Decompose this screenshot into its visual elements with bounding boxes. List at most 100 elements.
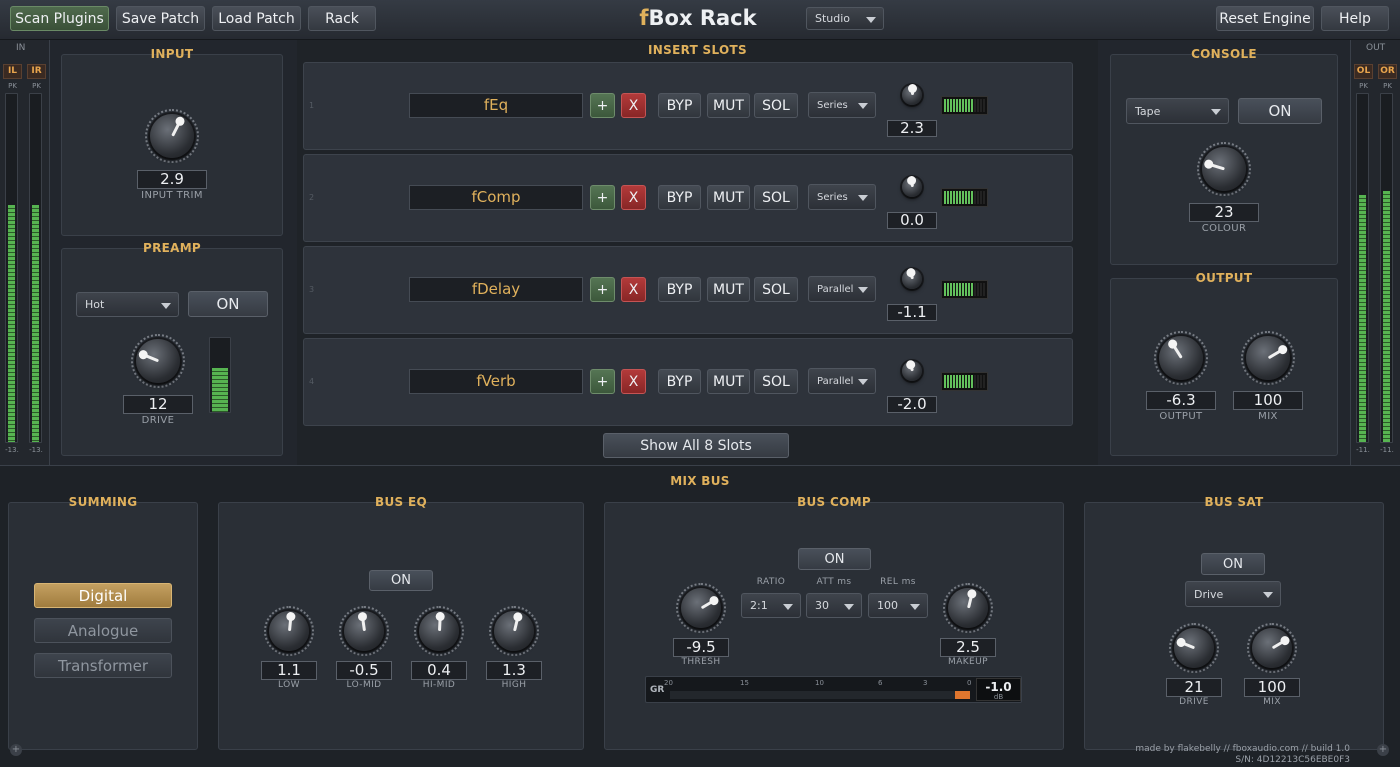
help-button[interactable]: Help xyxy=(1321,6,1389,31)
sat-drive-knob[interactable] xyxy=(1174,628,1214,668)
footer-credit: made by flakebelly // fboxaudio.com // b… xyxy=(1135,744,1350,754)
mute-button[interactable]: MUT xyxy=(707,369,750,394)
slot-level-value[interactable]: -1.1 xyxy=(887,304,937,321)
meter-segment xyxy=(971,99,973,112)
eq-low-value[interactable]: 1.1 xyxy=(261,661,317,680)
release-dropdown[interactable]: 100 xyxy=(868,593,928,618)
meter-segment xyxy=(944,375,946,388)
output-mix-value[interactable]: 100 xyxy=(1233,391,1303,410)
meter-segment xyxy=(983,99,985,112)
threshold-value[interactable]: -9.5 xyxy=(673,638,729,657)
preamp-mode-dropdown[interactable]: Hot xyxy=(76,292,179,317)
rack-button[interactable]: Rack xyxy=(308,6,376,31)
meter-segment xyxy=(977,191,979,204)
slot-level-knob[interactable] xyxy=(902,85,922,105)
bypass-button[interactable]: BYP xyxy=(658,93,701,118)
eq-high-label: HIGH xyxy=(501,680,527,690)
remove-plugin-button[interactable]: X xyxy=(621,369,646,394)
slot-level-value[interactable]: 2.3 xyxy=(887,120,937,137)
routing-dropdown[interactable]: Series xyxy=(808,184,876,210)
peak-label: PK xyxy=(1359,82,1368,90)
slot-level-knob[interactable] xyxy=(902,177,922,197)
slot-level-knob[interactable] xyxy=(902,269,922,289)
eq-low-knob[interactable] xyxy=(269,611,309,651)
knob-pointer xyxy=(910,87,914,95)
bus-eq-on-button[interactable]: ON xyxy=(369,570,433,591)
bypass-button[interactable]: BYP xyxy=(658,185,701,210)
output-knob[interactable] xyxy=(1159,336,1203,380)
eq-himid-knob[interactable] xyxy=(419,611,459,651)
remove-plugin-button[interactable]: X xyxy=(621,93,646,118)
meter-segment xyxy=(953,191,955,204)
knob-pointer xyxy=(437,614,442,632)
solo-button[interactable]: SOL xyxy=(754,277,798,302)
mute-button[interactable]: MUT xyxy=(707,93,750,118)
plugin-name[interactable]: fComp xyxy=(409,185,583,210)
eq-high-value[interactable]: 1.3 xyxy=(486,661,542,680)
add-plugin-button[interactable]: + xyxy=(590,369,615,394)
slot-level-knob[interactable] xyxy=(902,361,922,381)
save-patch-button[interactable]: Save Patch xyxy=(116,6,205,31)
plugin-name[interactable]: fEq xyxy=(409,93,583,118)
makeup-value[interactable]: 2.5 xyxy=(940,638,996,657)
bus-comp-on-button[interactable]: ON xyxy=(798,548,871,570)
preset-dropdown[interactable]: Studio xyxy=(806,7,884,30)
meter-segment xyxy=(974,99,976,112)
console-on-button[interactable]: ON xyxy=(1238,98,1322,124)
eq-himid-value[interactable]: 0.4 xyxy=(411,661,467,680)
drive-knob[interactable] xyxy=(136,339,180,383)
summing-transformer-button[interactable]: Transformer xyxy=(34,653,172,678)
makeup-knob[interactable] xyxy=(948,588,988,628)
load-patch-button[interactable]: Load Patch xyxy=(212,6,301,31)
preamp-mode-value: Hot xyxy=(85,298,105,311)
attack-dropdown[interactable]: 30 xyxy=(806,593,862,618)
plugin-name[interactable]: fVerb xyxy=(409,369,583,394)
knob-pointer xyxy=(700,598,716,610)
preamp-on-button[interactable]: ON xyxy=(188,291,268,317)
meter-segment xyxy=(947,99,949,112)
bypass-button[interactable]: BYP xyxy=(658,277,701,302)
add-plugin-button[interactable]: + xyxy=(590,277,615,302)
solo-button[interactable]: SOL xyxy=(754,185,798,210)
slot-level-value[interactable]: 0.0 xyxy=(887,212,937,229)
sat-drive-value[interactable]: 21 xyxy=(1166,678,1222,697)
knob-pointer xyxy=(966,592,974,609)
input-trim-knob[interactable] xyxy=(150,114,194,158)
output-mix-knob[interactable] xyxy=(1246,336,1290,380)
sat-mode-dropdown[interactable]: Drive xyxy=(1185,581,1281,607)
reset-engine-button[interactable]: Reset Engine xyxy=(1216,6,1314,31)
solo-button[interactable]: SOL xyxy=(754,369,798,394)
input-trim-value[interactable]: 2.9 xyxy=(137,170,207,189)
bypass-button[interactable]: BYP xyxy=(658,369,701,394)
console-mode-dropdown[interactable]: Tape xyxy=(1126,98,1229,124)
sat-mix-value[interactable]: 100 xyxy=(1244,678,1300,697)
add-plugin-button[interactable]: + xyxy=(590,93,615,118)
bus-sat-on-button[interactable]: ON xyxy=(1201,553,1265,575)
ratio-dropdown[interactable]: 2:1 xyxy=(741,593,801,618)
plugin-name[interactable]: fDelay xyxy=(409,277,583,302)
threshold-knob[interactable] xyxy=(681,588,721,628)
routing-dropdown[interactable]: Parallel xyxy=(808,276,876,302)
scan-plugins-button[interactable]: Scan Plugins xyxy=(10,6,109,31)
drive-value[interactable]: 12 xyxy=(123,395,193,414)
routing-dropdown[interactable]: Series xyxy=(808,92,876,118)
mute-button[interactable]: MUT xyxy=(707,185,750,210)
add-plugin-button[interactable]: + xyxy=(590,185,615,210)
colour-value[interactable]: 23 xyxy=(1189,203,1259,222)
eq-lomid-knob[interactable] xyxy=(344,611,384,651)
eq-high-knob[interactable] xyxy=(494,611,534,651)
colour-knob[interactable] xyxy=(1202,147,1246,191)
remove-plugin-button[interactable]: X xyxy=(621,185,646,210)
slot-level-value[interactable]: -2.0 xyxy=(887,396,937,413)
mute-button[interactable]: MUT xyxy=(707,277,750,302)
show-all-slots-button[interactable]: Show All 8 Slots xyxy=(603,433,789,458)
sat-mix-knob[interactable] xyxy=(1252,628,1292,668)
remove-plugin-button[interactable]: X xyxy=(621,277,646,302)
meter-segment xyxy=(956,375,958,388)
eq-lomid-value[interactable]: -0.5 xyxy=(336,661,392,680)
routing-dropdown[interactable]: Parallel xyxy=(808,368,876,394)
solo-button[interactable]: SOL xyxy=(754,93,798,118)
output-value[interactable]: -6.3 xyxy=(1146,391,1216,410)
summing-analogue-button[interactable]: Analogue xyxy=(34,618,172,643)
summing-digital-button[interactable]: Digital xyxy=(34,583,172,608)
